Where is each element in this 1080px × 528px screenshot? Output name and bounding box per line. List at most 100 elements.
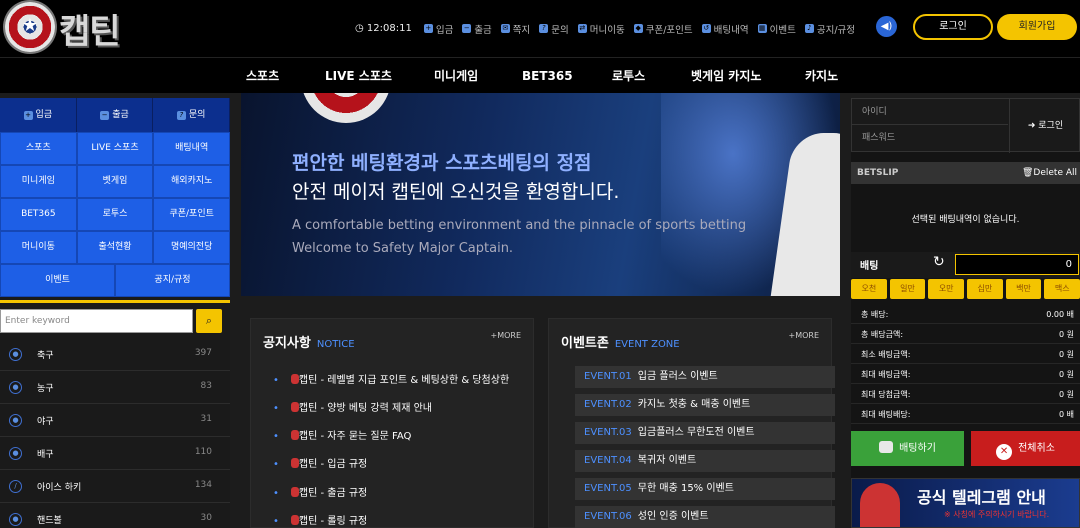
quick-100000[interactable]: 십만 [967,279,1003,299]
sport-item-baseball[interactable]: ● 야구 31 [0,404,230,437]
place-bet-button[interactable]: 배팅하기 [851,431,964,466]
menu-coupon-point[interactable]: 쿠폰/포인트 [153,198,231,231]
banner-shield-icon [301,93,391,123]
menu-money-move[interactable]: 머니이동 [0,231,77,264]
quick-50000[interactable]: 오만 [928,279,965,299]
menu-live-sports[interactable]: LIVE 스포츠 [76,132,154,165]
nav-minigame[interactable]: 미니게임 [434,58,478,94]
event-item[interactable]: EVENT.04 복귀자 이벤트 [575,450,835,472]
trash-icon: 🗑 [1021,168,1034,178]
sport-count: 397 [194,348,212,358]
login-button[interactable]: 로그인 [913,14,993,40]
cancel-all-button[interactable]: ✕ 전체취소 [971,431,1080,466]
menu-hall-of-fame[interactable]: 명예의전당 [153,231,231,264]
banner-headline: 편안한 베팅환경과 스포츠베팅의 정점 [292,152,592,174]
menu-overseas-casino[interactable]: 해외카지노 [153,165,231,198]
menu-event[interactable]: 이벤트 [0,264,115,297]
left-inquiry[interactable]: ? 문의 [153,98,231,132]
nav-sports[interactable]: 스포츠 [246,58,279,94]
top-link-withdraw[interactable]: − 출금 [462,22,492,36]
top-link-inquiry[interactable]: ? 문의 [539,22,569,36]
summary-key: 최대 배팅배당: [861,410,911,419]
event-text: 성인 인증 이벤트 [637,511,709,522]
sport-item-soccer[interactable]: ● 축구 397 [0,338,230,371]
nav-casino[interactable]: 카지노 [805,58,838,94]
menu-lotus[interactable]: 로투스 [76,198,154,231]
top-link-event[interactable]: ▦ 이벤트 [757,22,796,36]
event-item[interactable]: EVENT.06 성인 인증 이벤트 [575,506,835,528]
search-button[interactable]: ⌕ [196,309,222,333]
sport-item-hockey[interactable]: / 아이스 하키 134 [0,470,230,503]
divider [0,300,230,303]
search-input[interactable]: Enter keyword [0,309,193,333]
event-tag: EVENT.04 [584,455,632,466]
notice-item[interactable]: • 캡틴 - 레벨별 지급 포인트 & 베팅상한 & 당첨상한 [273,371,509,386]
withdraw-icon: − [462,24,472,33]
calendar-icon: ▦ [757,24,767,33]
top-links: ◷ 12:08:11 + 입금 − 출금 ✉ 쪽지 ? 문의 ⇄ 머니이동 ◆ 쿠폰/포인트… [355,0,864,57]
sport-count: 134 [194,480,212,490]
event-item[interactable]: EVENT.05 무한 매충 15% 이벤트 [575,478,835,500]
notice-item-text: 캡틴 - 출금 규정 [298,488,368,499]
left-deposit[interactable]: + 입금 [0,98,77,132]
notice-item[interactable]: • 캡틴 - 양방 베팅 강력 제재 안내 [273,399,432,414]
sport-item-handball[interactable]: ● 핸드볼 30 [0,503,230,528]
join-button[interactable]: 회원가입 [997,14,1077,40]
left-quick-label: 문의 [188,110,206,120]
event-more-link[interactable]: +MORE [788,331,819,340]
nav-lotus[interactable]: 로투스 [612,58,645,94]
quick-max[interactable]: 맥스 [1044,279,1080,299]
nav-bet365[interactable]: BET365 [522,58,573,94]
summary-value: 0.00 배 [1046,310,1074,319]
menu-betgame[interactable]: 벳게임 [76,165,154,198]
quick-5000[interactable]: 오천 [851,279,887,299]
captain-mini-icon [290,515,299,525]
sport-count: 30 [200,513,212,523]
main-banner[interactable]: 편안한 베팅환경과 스포츠베팅의 정점 안전 메이저 캡틴에 오신것을 환영합니… [241,93,840,296]
event-item[interactable]: EVENT.03 입금플러스 무한도전 이벤트 [575,422,835,444]
sound-toggle-icon[interactable]: ◀) [876,16,897,37]
menu-sports[interactable]: 스포츠 [0,132,77,165]
sport-item-volleyball[interactable]: ● 배구 110 [0,437,230,470]
telegram-banner[interactable]: 공식 텔레그램 안내 ※ 사칭에 주의하시기 바랍니다. [851,478,1080,528]
notice-item[interactable]: • 캡틴 - 출금 규정 [273,484,367,499]
delete-all-button[interactable]: 🗑Delete All [1022,162,1077,184]
password-field[interactable]: 패스워드 [852,125,1008,151]
top-link-deposit[interactable]: + 입금 [423,22,453,36]
nav-betgame-casino[interactable]: 벳게임 카지노 [691,58,761,94]
quick-1000000[interactable]: 백만 [1005,279,1042,299]
top-link-notice[interactable]: ♪ 공지/규정 [804,22,856,36]
event-text: 카지노 첫충 & 매충 이벤트 [637,399,751,410]
notice-item[interactable]: • 캡틴 - 자주 묻는 질문 FAQ [273,427,411,442]
menu-bet-history[interactable]: 배팅내역 [153,132,231,165]
captain-mini-icon [290,402,299,412]
notice-item[interactable]: • 캡틴 - 입금 규정 [273,455,367,470]
event-item[interactable]: EVENT.01 입금 플러스 이벤트 [575,366,835,388]
nav-live-sports[interactable]: LIVE 스포츠 [325,58,392,94]
top-link-label: 공지/규정 [816,24,856,36]
menu-attendance[interactable]: 출석현황 [76,231,154,264]
place-bet-label: 배팅하기 [899,443,936,454]
refresh-icon[interactable]: ↻ [933,254,945,270]
top-link-money-move[interactable]: ⇄ 머니이동 [577,22,625,36]
top-link-label: 머니이동 [589,24,625,36]
quick-10000[interactable]: 일만 [889,279,926,299]
event-title-text: 이벤트존 [561,336,609,351]
site-logo[interactable]: ★ 캡틴 [5,2,145,52]
banner-welcome: 안전 메이저 캡틴에 오신것을 환영합니다. [292,181,620,203]
left-withdraw[interactable]: − 출금 [77,98,154,132]
notice-more-link[interactable]: +MORE [490,331,521,340]
menu-notice-rules[interactable]: 공지/규정 [115,264,230,297]
bet-amount-input[interactable]: 0 [955,254,1079,275]
sport-item-basketball[interactable]: ● 농구 83 [0,371,230,404]
side-login-button[interactable]: ➜ 로그인 [1009,99,1080,153]
top-link-history[interactable]: ↺ 배팅내역 [701,22,749,36]
notice-item[interactable]: • 캡틴 - 롤링 규정 [273,512,367,527]
event-item[interactable]: EVENT.02 카지노 첫충 & 매충 이벤트 [575,394,835,416]
event-tag: EVENT.01 [584,371,632,382]
id-field[interactable]: 아이디 [852,99,1008,125]
top-link-message[interactable]: ✉ 쪽지 [500,22,530,36]
menu-bet365[interactable]: BET365 [0,198,77,231]
top-link-coupon[interactable]: ◆ 쿠폰/포인트 [633,22,693,36]
menu-minigame[interactable]: 미니게임 [0,165,77,198]
